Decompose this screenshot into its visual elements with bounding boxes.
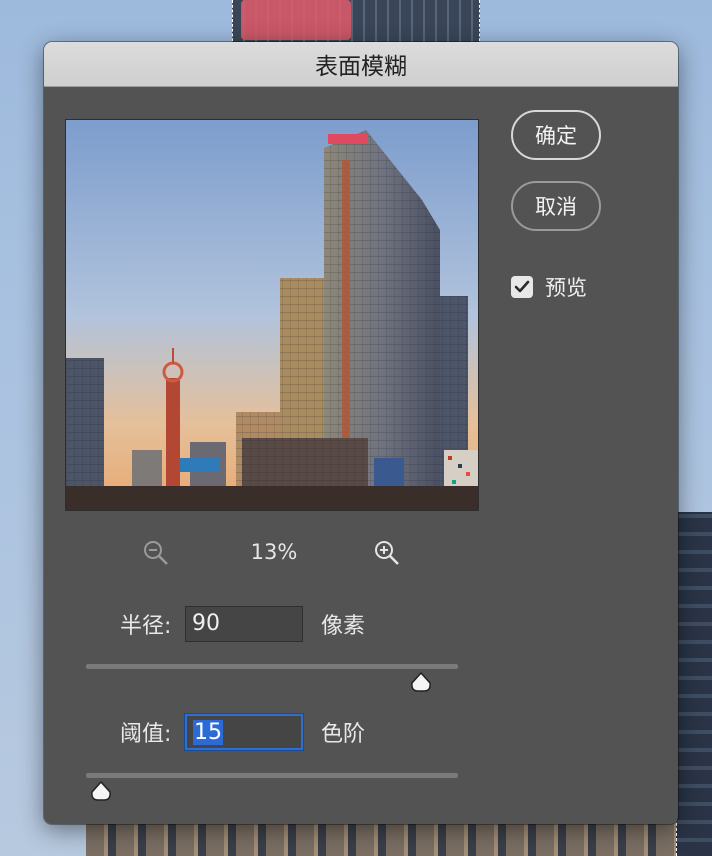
dialog-titlebar[interactable]: 表面模糊 <box>44 42 678 87</box>
ok-button[interactable]: 确定 <box>511 110 601 160</box>
background-sign <box>241 0 351 40</box>
radius-slider-track[interactable] <box>86 664 458 669</box>
radius-input[interactable]: 90 <box>185 606 303 642</box>
preview-toggle[interactable]: 预览 <box>511 272 587 302</box>
threshold-input[interactable]: 15 <box>185 714 303 750</box>
preview-cityscape <box>66 120 478 510</box>
preview-checkbox[interactable] <box>511 276 533 298</box>
threshold-value: 15 <box>193 720 223 745</box>
dialog-title: 表面模糊 <box>315 54 407 80</box>
threshold-label: 阈值: <box>120 722 172 747</box>
background-building-top <box>232 0 480 46</box>
zoom-percentage: 13% <box>250 540 298 564</box>
threshold-row: 阈值: 15 色阶 <box>44 712 504 752</box>
zoom-in-button[interactable] <box>372 538 402 568</box>
cancel-button[interactable]: 取消 <box>511 181 601 231</box>
preview-label: 预览 <box>545 276 587 300</box>
background-building-right <box>676 512 712 856</box>
zoom-out-icon <box>144 541 168 565</box>
threshold-unit: 色阶 <box>321 722 366 747</box>
radius-label: 半径: <box>120 614 172 639</box>
radius-value: 90 <box>192 611 220 636</box>
checkmark-icon <box>514 280 530 293</box>
threshold-slider-track[interactable] <box>86 773 458 778</box>
surface-blur-dialog: 表面模糊 13% 半径: 90 像素 阈值: 15 色阶 确定 取消 预览 <box>44 42 678 824</box>
background-building-bottom <box>86 820 676 856</box>
zoom-in-icon <box>375 541 399 565</box>
radius-row: 半径: 90 像素 <box>44 604 504 644</box>
zoom-out-button[interactable] <box>141 538 171 568</box>
threshold-slider-thumb[interactable] <box>90 781 112 801</box>
zoom-controls: 13% <box>44 534 514 570</box>
radius-slider-thumb[interactable] <box>410 672 432 692</box>
radius-unit: 像素 <box>321 614 366 639</box>
preview-image[interactable] <box>65 119 479 511</box>
